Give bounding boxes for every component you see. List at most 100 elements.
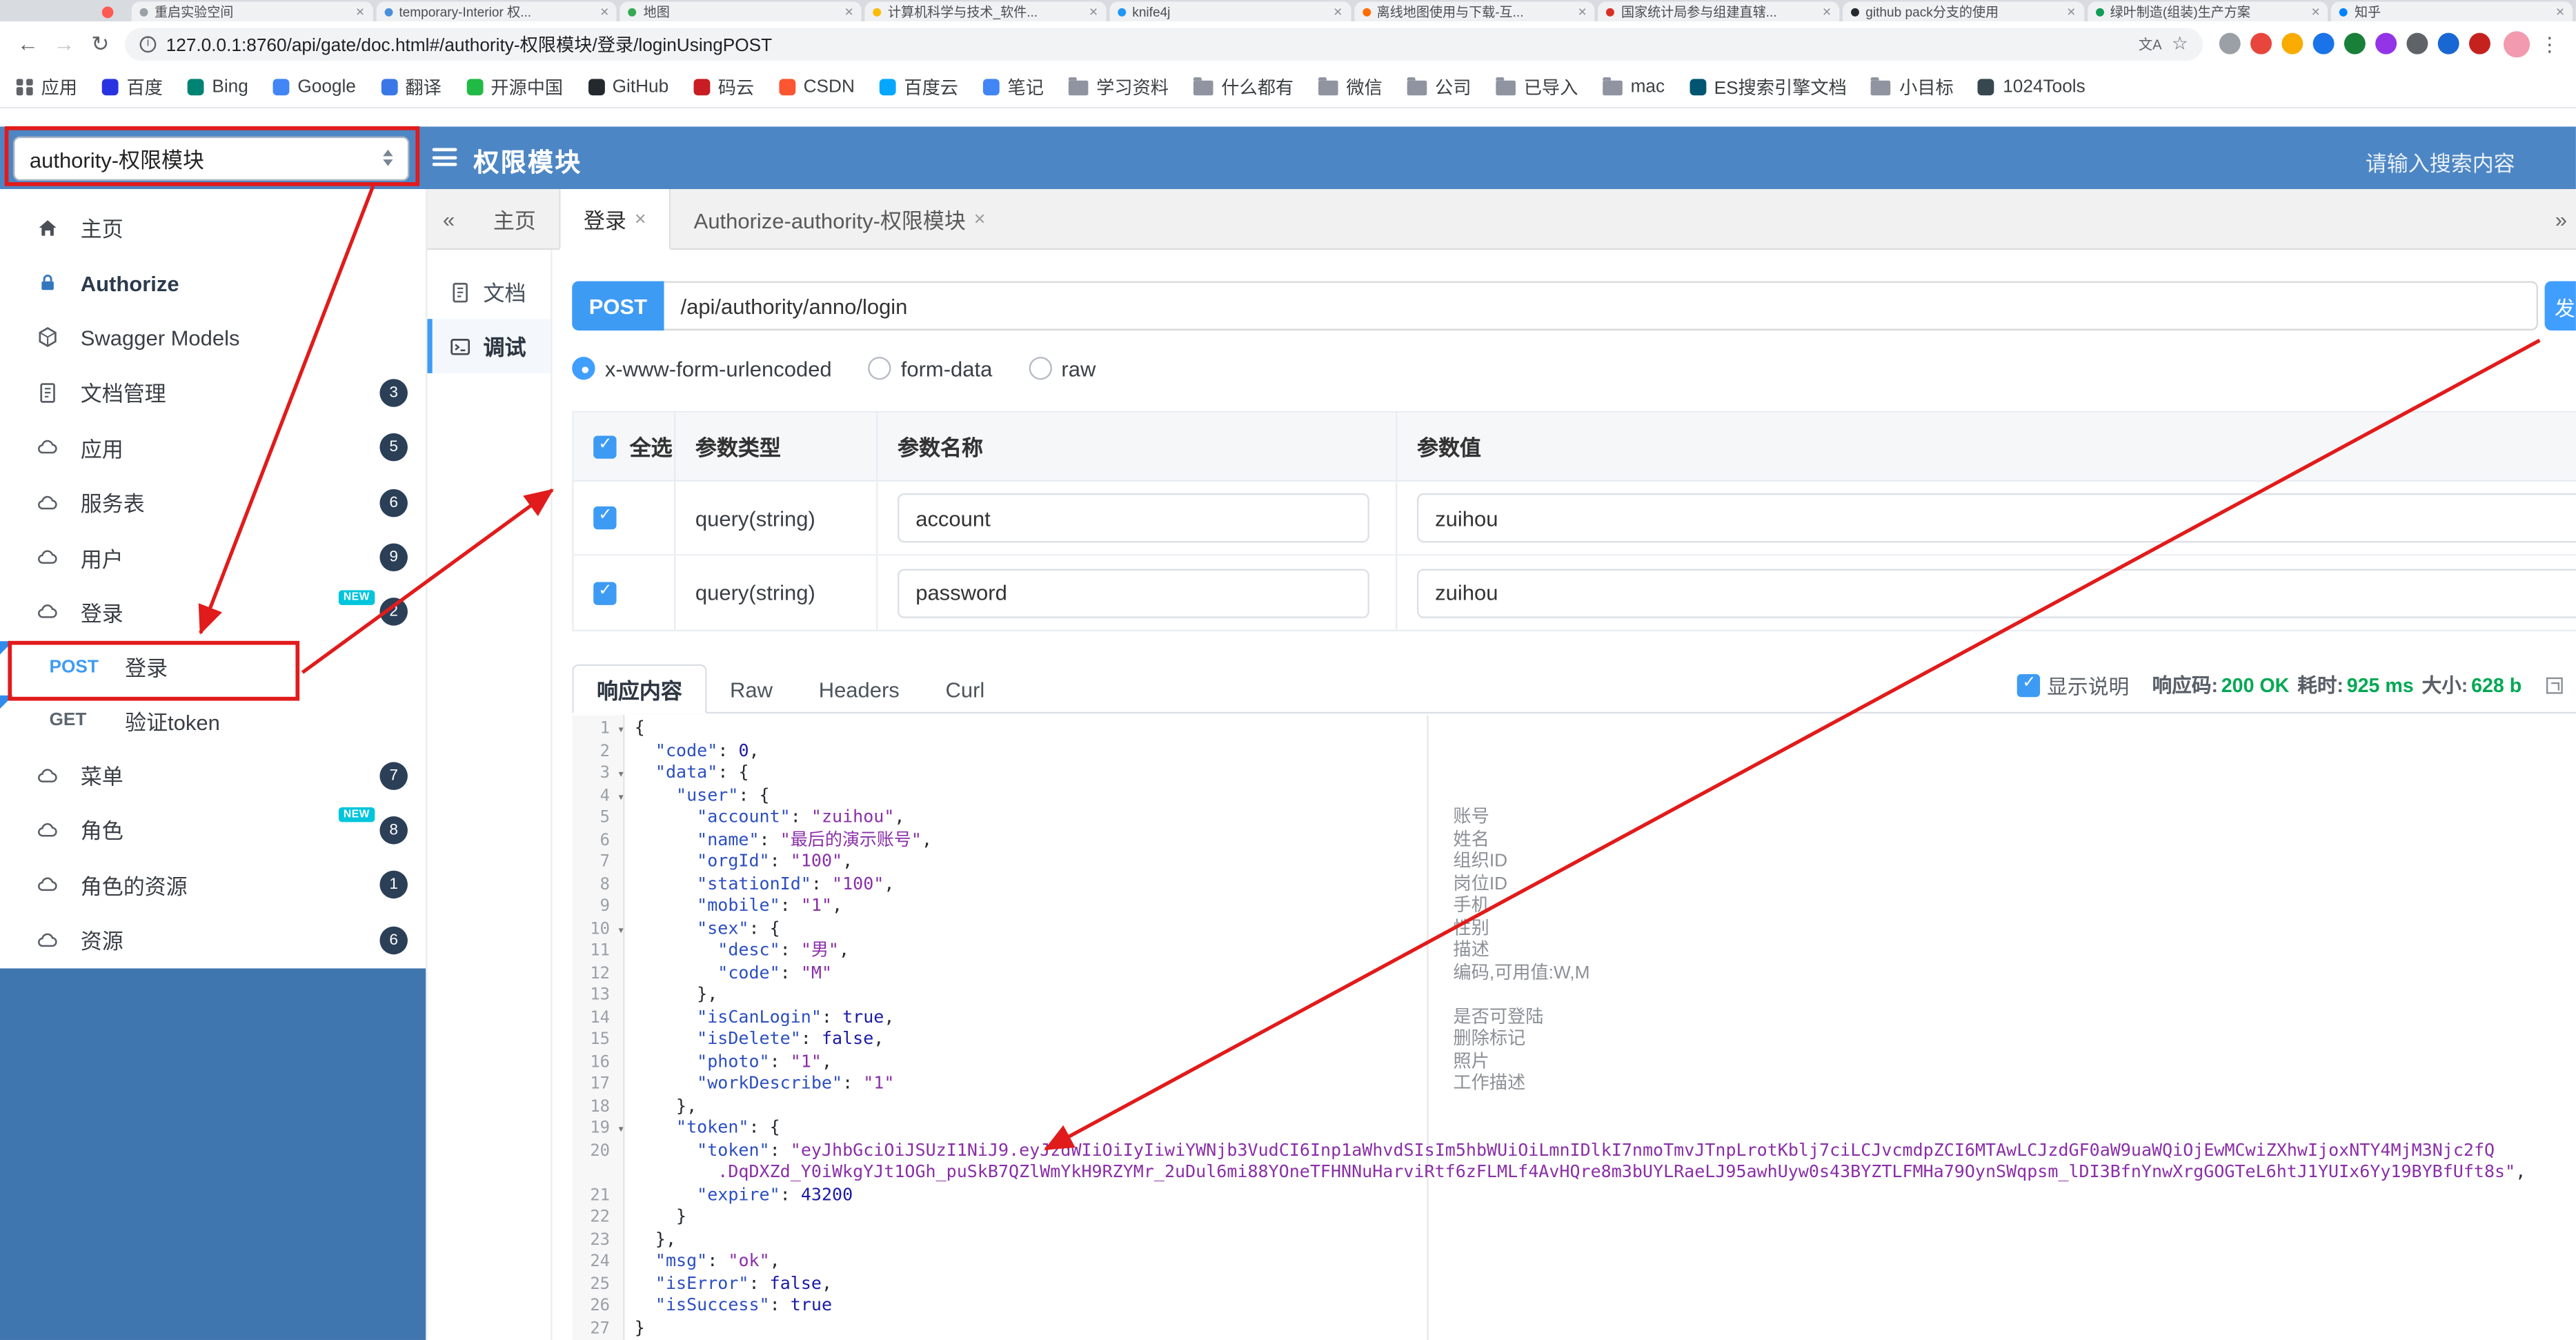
bookmark-item[interactable]: mac bbox=[1603, 77, 1665, 96]
browser-menu-icon[interactable]: ⋮ bbox=[2539, 32, 2559, 55]
extension-icon[interactable] bbox=[2312, 32, 2335, 55]
send-button[interactable]: 发送 bbox=[2544, 281, 2576, 331]
fold-caret-icon[interactable]: ▾ bbox=[617, 1118, 625, 1140]
bookmark-item[interactable]: 应用 bbox=[16, 73, 77, 99]
sidebar-item[interactable]: 用户 9 bbox=[0, 530, 426, 585]
fullscreen-icon[interactable] bbox=[2546, 676, 2563, 693]
content-type-radio[interactable]: form-data bbox=[868, 356, 992, 381]
tab-close-icon[interactable]: × bbox=[1334, 3, 1343, 20]
browser-tab[interactable]: github pack分支的使用 × bbox=[1842, 1, 2084, 21]
fold-caret-icon[interactable]: ▾ bbox=[617, 763, 625, 785]
browser-tab[interactable]: 知乎 × bbox=[2331, 1, 2573, 21]
response-tab[interactable]: Raw bbox=[707, 666, 796, 712]
content-type-radio[interactable]: x-www-form-urlencoded bbox=[572, 356, 832, 381]
tab-close-icon[interactable]: × bbox=[2311, 3, 2320, 20]
tab-close-icon[interactable]: × bbox=[635, 207, 646, 230]
tab-close-icon[interactable]: × bbox=[1823, 3, 1832, 20]
fold-caret-icon[interactable]: ▾ bbox=[617, 718, 625, 740]
param-value-input[interactable]: zuihou bbox=[1416, 568, 2576, 618]
extension-icon[interactable] bbox=[2406, 32, 2428, 55]
bookmark-item[interactable]: 已导入 bbox=[1496, 73, 1578, 99]
extension-icon[interactable] bbox=[2250, 32, 2272, 55]
bookmark-item[interactable]: 什么都有 bbox=[1193, 73, 1294, 99]
tab-close-icon[interactable]: × bbox=[844, 3, 853, 20]
content-tab[interactable]: 主页 bbox=[470, 189, 559, 248]
profile-avatar[interactable] bbox=[2504, 30, 2530, 57]
menu-icon[interactable] bbox=[432, 148, 457, 166]
checkbox-icon[interactable] bbox=[593, 506, 617, 530]
tabs-collapse-right-icon[interactable]: » bbox=[2546, 189, 2576, 248]
bookmark-item[interactable]: 公司 bbox=[1407, 73, 1471, 99]
bookmark-item[interactable]: 微信 bbox=[1318, 73, 1383, 99]
param-name-input[interactable]: account bbox=[898, 493, 1369, 543]
browser-tab[interactable]: temporary-Interior 权... × bbox=[375, 1, 617, 21]
sidebar-item[interactable]: 角色 NEW 8 bbox=[0, 803, 426, 858]
response-tab[interactable]: Curl bbox=[922, 666, 1008, 712]
sidebar-item[interactable]: 资源 6 bbox=[0, 913, 426, 968]
bookmark-item[interactable]: 百度 bbox=[101, 73, 163, 99]
extension-icon[interactable] bbox=[2219, 32, 2241, 55]
browser-tab[interactable]: 离线地图使用与下载-互... × bbox=[1354, 1, 1595, 21]
sidebar-item[interactable]: 文档管理 3 bbox=[0, 365, 426, 420]
tab-close-icon[interactable]: × bbox=[1089, 3, 1098, 20]
browser-tab[interactable]: 地图 × bbox=[620, 1, 862, 21]
bookmark-item[interactable]: CSDN bbox=[778, 77, 855, 96]
sidebar-api-item[interactable]: GET 验证token bbox=[0, 694, 426, 748]
forward-button[interactable]: → bbox=[46, 31, 82, 56]
address-bar[interactable]: i 127.0.0.1:8760/api/gate/doc.html#/auth… bbox=[125, 27, 2203, 60]
sidebar-item[interactable]: 角色的资源 1 bbox=[0, 858, 426, 913]
rail-item-doc[interactable]: 文档 bbox=[428, 265, 551, 319]
show-description-checkbox[interactable] bbox=[2017, 673, 2041, 697]
fold-caret-icon[interactable]: ▾ bbox=[617, 785, 625, 807]
browser-tab[interactable]: 计算机科学与技术_软件... × bbox=[864, 1, 1107, 21]
sidebar-item[interactable]: 主页 bbox=[0, 201, 426, 256]
sidebar-item[interactable]: 菜单 7 bbox=[0, 748, 426, 803]
tab-close-icon[interactable]: × bbox=[974, 207, 986, 230]
bookmark-star-icon[interactable]: ☆ bbox=[2172, 33, 2188, 55]
sidebar-item[interactable]: 服务表 6 bbox=[0, 475, 426, 531]
extension-icon[interactable] bbox=[2375, 32, 2397, 55]
param-name-input[interactable]: password bbox=[898, 568, 1369, 618]
search-input[interactable]: 请输入搜索内容 bbox=[2366, 146, 2515, 177]
extension-icon[interactable] bbox=[2281, 32, 2303, 55]
tab-close-icon[interactable]: × bbox=[356, 3, 365, 20]
bookmark-item[interactable]: ES搜索引擎文档 bbox=[1689, 73, 1847, 99]
browser-tab[interactable]: 国家统计局参与组建直辖... × bbox=[1598, 1, 1840, 21]
bookmark-item[interactable]: 学习资料 bbox=[1068, 73, 1169, 99]
bookmark-item[interactable]: 1024Tools bbox=[1978, 77, 2085, 96]
bookmark-item[interactable]: 百度云 bbox=[879, 73, 958, 99]
tab-close-icon[interactable]: × bbox=[2556, 3, 2565, 20]
reload-button[interactable]: ↻ bbox=[82, 30, 118, 57]
sidebar-item[interactable]: 登录 NEW 2 bbox=[0, 585, 426, 640]
tabs-collapse-left-icon[interactable]: « bbox=[428, 189, 470, 248]
tab-close-icon[interactable]: × bbox=[1578, 3, 1587, 20]
bookmark-item[interactable]: Google bbox=[273, 77, 356, 96]
bookmark-item[interactable]: 开源中国 bbox=[466, 73, 563, 99]
checkbox-icon[interactable] bbox=[593, 581, 617, 604]
bookmark-item[interactable]: GitHub bbox=[587, 77, 668, 96]
extension-icon[interactable] bbox=[2437, 32, 2459, 55]
bookmark-item[interactable]: 笔记 bbox=[982, 73, 1044, 99]
translate-icon[interactable]: 文A bbox=[2139, 34, 2162, 54]
browser-tab[interactable]: 绿叶制造(组装)生产方案 × bbox=[2087, 1, 2328, 21]
request-url-input[interactable]: /api/authority/anno/login bbox=[664, 281, 2539, 331]
tab-close-icon[interactable]: × bbox=[2067, 3, 2076, 20]
tab-close-icon[interactable]: × bbox=[600, 3, 609, 20]
bookmark-item[interactable]: 码云 bbox=[693, 73, 754, 99]
rail-item-debug[interactable]: 调试 bbox=[427, 319, 551, 373]
bookmark-item[interactable]: 小目标 bbox=[1871, 73, 1954, 99]
fold-caret-icon[interactable]: ▾ bbox=[617, 918, 625, 940]
content-tab[interactable]: Authorize-authority-权限模块 × bbox=[671, 189, 1009, 248]
sidebar-item[interactable]: Authorize bbox=[0, 255, 426, 311]
window-close-button[interactable] bbox=[101, 6, 114, 18]
sidebar-api-item[interactable]: POST 登录 bbox=[0, 640, 426, 693]
extension-icon[interactable] bbox=[2344, 32, 2366, 55]
content-type-radio[interactable]: raw bbox=[1028, 356, 1096, 381]
sidebar-item[interactable]: Swagger Models bbox=[0, 311, 426, 366]
response-tab[interactable]: Headers bbox=[795, 666, 922, 712]
response-tab[interactable]: 响应内容 bbox=[572, 664, 707, 714]
browser-tab[interactable]: 重启实验空间 × bbox=[131, 1, 373, 21]
select-all-checkbox[interactable] bbox=[593, 435, 617, 458]
bookmark-item[interactable]: 翻译 bbox=[380, 73, 442, 99]
back-button[interactable]: ← bbox=[10, 31, 46, 56]
